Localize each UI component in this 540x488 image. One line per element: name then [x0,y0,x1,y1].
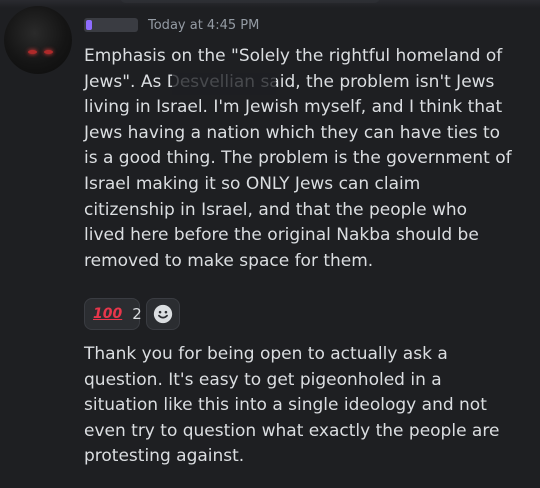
reaction-count: 2 [132,305,142,323]
hundred-points-icon: 100 [93,306,123,322]
message-text: Thank you for being open to actually ask… [84,344,500,467]
avatar[interactable] [4,6,72,74]
avatar-eye-left [28,50,37,54]
add-reaction-button[interactable] [146,298,180,330]
username-redacted[interactable] [84,18,138,32]
message-text: Emphasis on the "Solely the rightful hom… [84,46,512,271]
redaction-overlay [172,73,276,95]
timestamp: Today at 4:45 PM [148,17,260,33]
cropped-text-fragment [120,0,380,3]
reaction-bar: 100 2 [84,298,180,330]
reaction-100[interactable]: 100 2 [84,298,142,330]
avatar-eye-right [44,50,53,54]
previous-message-fragment [0,0,540,8]
smiley-add-reaction-icon [153,304,173,324]
message-header: Today at 4:45 PM [84,14,259,36]
